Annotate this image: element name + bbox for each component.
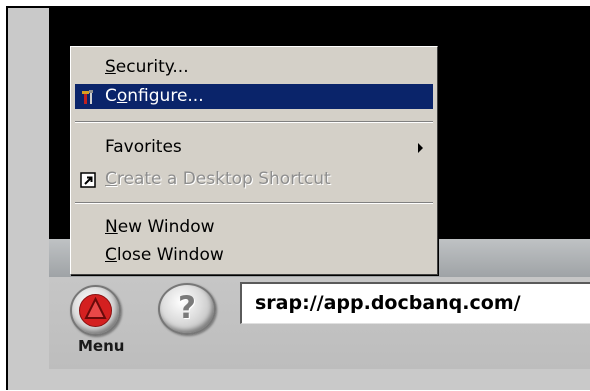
address-input[interactable]: srap://app.docbanq.com/ <box>240 282 590 324</box>
menu-item-new-window[interactable]: New Window <box>75 215 433 240</box>
menu-button[interactable] <box>70 285 121 336</box>
menu-item-close-window[interactable]: Close Window <box>75 243 433 268</box>
menu-item-configure-label: Configure... <box>105 86 204 106</box>
menu-item-new-window-label: New Window <box>105 217 215 237</box>
menu-item-create-desktop-shortcut: Create a Desktop Shortcut <box>75 167 433 192</box>
shortcut-arrow-icon <box>80 172 96 188</box>
menu-button-label: Menu <box>78 337 125 355</box>
status-band <box>8 369 590 390</box>
question-mark-icon: ? <box>178 290 196 326</box>
menu-item-configure[interactable]: Configure... <box>75 84 433 109</box>
configure-tools-icon <box>82 90 93 104</box>
context-menu: Security... Configure... Favorites Creat… <box>70 46 438 275</box>
menu-separator <box>75 202 433 204</box>
menu-item-security[interactable]: Security... <box>75 55 433 80</box>
menu-item-close-window-label: Close Window <box>105 245 224 265</box>
menu-separator <box>75 121 433 123</box>
menu-item-favorites-label: Favorites <box>105 137 182 157</box>
menu-item-create-desktop-shortcut-label: Create a Desktop Shortcut <box>105 169 331 189</box>
menu-item-favorites[interactable]: Favorites <box>75 135 433 160</box>
red-up-triangle-icon <box>79 294 112 327</box>
help-button[interactable]: ? <box>158 283 216 335</box>
submenu-arrow-icon <box>418 143 423 153</box>
menu-item-security-label: Security... <box>105 57 189 77</box>
